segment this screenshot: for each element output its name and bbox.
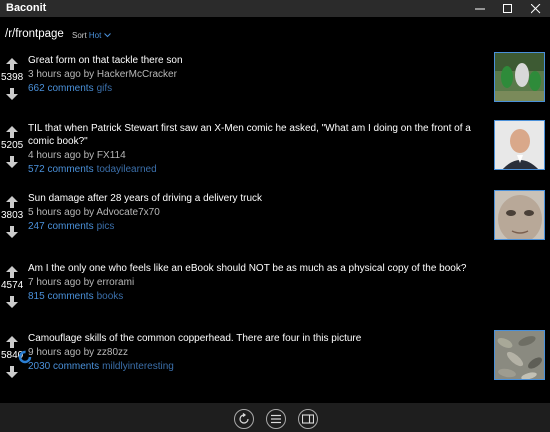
app-title: Baconit <box>6 2 47 14</box>
sort-dropdown[interactable]: Sort Hot <box>72 31 111 40</box>
comments-link[interactable]: 662 comments <box>28 83 94 94</box>
post-meta: 5 hours ago by Advocate7x70 <box>28 207 160 218</box>
upvote-arrow-icon[interactable] <box>5 195 19 209</box>
vote-column: 4574 <box>0 258 24 328</box>
vote-column: 5398 <box>0 50 24 120</box>
post-item[interactable]: 5205 TIL that when Patrick Stewart first… <box>0 118 550 188</box>
leaves-image <box>495 331 544 379</box>
vote-column: 5205 <box>0 118 24 188</box>
post-meta: 9 hours ago by zz80zz <box>28 347 129 358</box>
refresh-button[interactable] <box>234 409 254 429</box>
sort-value: Hot <box>88 31 102 40</box>
post-item[interactable]: 5398 Great form on that tackle there son… <box>0 50 550 120</box>
face-closeup-image <box>495 191 544 239</box>
downvote-arrow-icon[interactable] <box>5 365 19 379</box>
post-title[interactable]: Camouflage skills of the common copperhe… <box>28 332 488 345</box>
close-icon <box>531 3 541 13</box>
minimize-icon <box>475 8 485 9</box>
downvote-arrow-icon[interactable] <box>5 87 19 101</box>
man-portrait-image <box>495 121 544 169</box>
subreddit-link[interactable]: books <box>97 291 124 302</box>
title-bar: Baconit <box>0 0 550 17</box>
comments-link[interactable]: 247 comments <box>28 221 94 232</box>
upvote-arrow-icon[interactable] <box>5 335 19 349</box>
header: /r/frontpage Sort Hot <box>0 17 550 47</box>
post-thumbnail[interactable] <box>494 330 545 380</box>
post-score: 5398 <box>1 72 24 83</box>
panel-icon <box>302 414 314 424</box>
comments-link[interactable]: 2030 comments <box>28 361 99 372</box>
panel-toggle-button[interactable] <box>298 409 318 429</box>
downvote-arrow-icon[interactable] <box>5 295 19 309</box>
chevron-down-icon <box>103 33 111 38</box>
menu-button[interactable] <box>266 409 286 429</box>
post-thumbnail[interactable] <box>494 52 545 102</box>
subreddit-link[interactable]: todayilearned <box>97 164 157 175</box>
vote-column: 3803 <box>0 188 24 258</box>
football-players-image <box>495 53 544 101</box>
post-title[interactable]: TIL that when Patrick Stewart first saw … <box>28 122 488 148</box>
post-score: 3803 <box>1 210 24 221</box>
upvote-arrow-icon[interactable] <box>5 125 19 139</box>
comments-link[interactable]: 815 comments <box>28 291 94 302</box>
upvote-arrow-icon[interactable] <box>5 265 19 279</box>
refresh-icon <box>239 413 249 424</box>
subreddit-title: /r/frontpage <box>5 28 64 40</box>
post-item[interactable]: 5840 Camouflage skills of the common cop… <box>0 328 550 398</box>
post-thumbnail[interactable] <box>494 190 545 240</box>
maximize-button[interactable] <box>494 0 522 17</box>
post-thumbnail[interactable] <box>494 120 545 170</box>
post-title[interactable]: Sun damage after 28 years of driving a d… <box>28 192 488 205</box>
downvote-arrow-icon[interactable] <box>5 155 19 169</box>
close-button[interactable] <box>522 0 550 17</box>
post-meta: 3 hours ago by HackerMcCracker <box>28 69 177 80</box>
post-title[interactable]: Am I the only one who feels like an eBoo… <box>28 262 488 275</box>
post-item[interactable]: 3803 Sun damage after 28 years of drivin… <box>0 188 550 258</box>
post-meta: 7 hours ago by errorami <box>28 277 135 288</box>
post-title[interactable]: Great form on that tackle there son <box>28 54 488 67</box>
minimize-button[interactable] <box>466 0 494 17</box>
post-item[interactable]: 4574 Am I the only one who feels like an… <box>0 258 550 328</box>
post-meta: 4 hours ago by FX114 <box>28 150 126 161</box>
maximize-icon <box>503 3 512 13</box>
bottom-app-bar <box>0 403 550 432</box>
comments-link[interactable]: 572 comments <box>28 164 94 175</box>
sort-label: Sort <box>72 31 87 40</box>
upvote-arrow-icon[interactable] <box>5 57 19 71</box>
post-score: 4574 <box>1 280 24 291</box>
subreddit-link[interactable]: gifs <box>97 83 113 94</box>
downvote-arrow-icon[interactable] <box>5 225 19 239</box>
post-score: 5205 <box>1 140 24 151</box>
subreddit-link[interactable]: mildlyinteresting <box>102 361 174 372</box>
subreddit-link[interactable]: pics <box>97 221 115 232</box>
menu-icon <box>271 414 281 424</box>
